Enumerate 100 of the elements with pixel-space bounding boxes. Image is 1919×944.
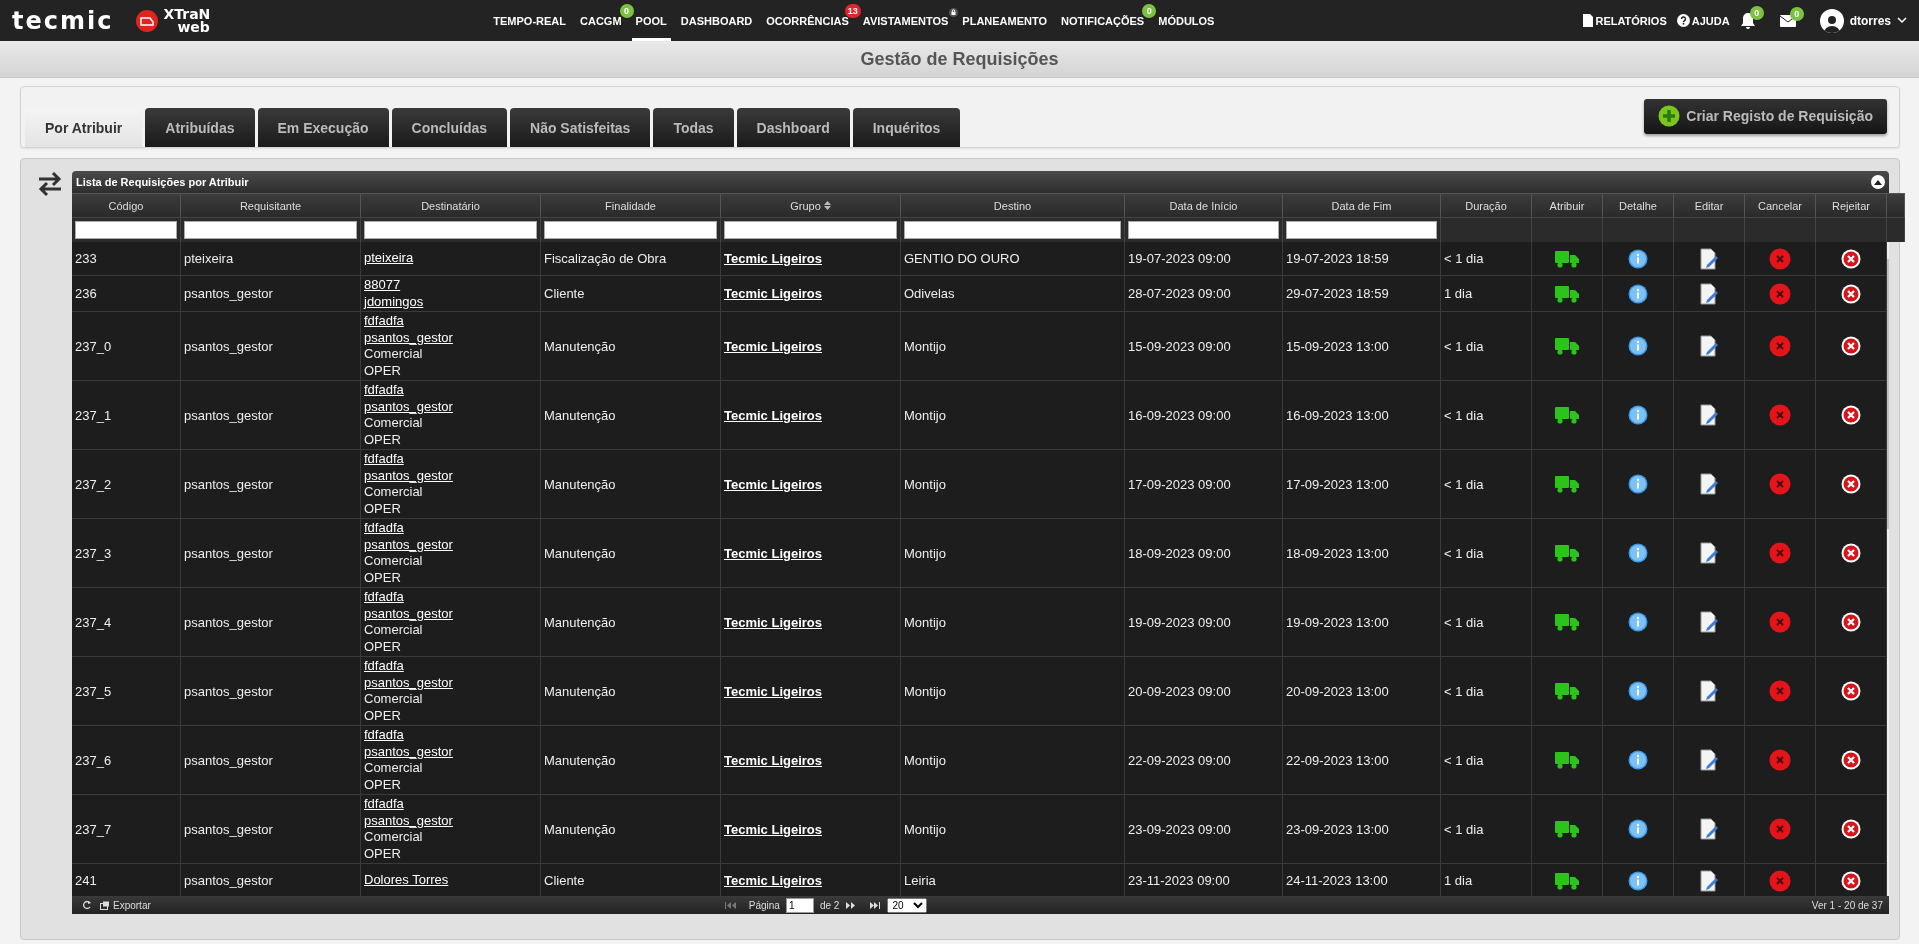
column-header[interactable]: Duração bbox=[1441, 193, 1532, 217]
page-size-select[interactable]: 20 bbox=[887, 897, 928, 913]
tab[interactable]: Dashboard bbox=[736, 108, 850, 147]
edit-button[interactable] bbox=[1699, 335, 1719, 357]
swap-arrows-icon[interactable] bbox=[36, 171, 63, 197]
edit-button[interactable] bbox=[1699, 282, 1719, 305]
detail-button[interactable] bbox=[1628, 474, 1648, 494]
export-button[interactable]: Exportar bbox=[96, 899, 155, 911]
column-header[interactable]: Destino bbox=[901, 193, 1125, 217]
cancel-button[interactable] bbox=[1769, 473, 1791, 495]
group-link[interactable]: Tecmic Ligeiros bbox=[724, 614, 822, 630]
reject-button[interactable] bbox=[1841, 405, 1861, 425]
group-link[interactable]: Tecmic Ligeiros bbox=[724, 873, 822, 888]
reject-button[interactable] bbox=[1841, 248, 1861, 269]
reject-button[interactable] bbox=[1841, 681, 1861, 701]
column-header[interactable]: Finalidade bbox=[541, 193, 721, 217]
assign-button[interactable] bbox=[1555, 682, 1579, 700]
edit-button[interactable] bbox=[1699, 869, 1719, 892]
cancel-button[interactable] bbox=[1769, 542, 1791, 564]
reject-button[interactable] bbox=[1841, 750, 1861, 770]
filter-field[interactable] bbox=[75, 221, 177, 239]
recipient-link[interactable]: fdfadfa bbox=[364, 382, 453, 399]
assign-button[interactable] bbox=[1555, 820, 1579, 838]
detail-button[interactable] bbox=[1628, 336, 1648, 356]
filter-field[interactable] bbox=[904, 221, 1121, 239]
nav-link[interactable]: AVISTAMENTOS bbox=[858, 0, 953, 41]
recipient-link[interactable]: fdfadfa bbox=[364, 727, 453, 744]
cancel-button[interactable] bbox=[1769, 749, 1791, 771]
messages-button[interactable] bbox=[1779, 14, 1796, 27]
reject-button[interactable] bbox=[1841, 870, 1861, 891]
column-header[interactable]: Grupo bbox=[721, 193, 901, 217]
user-menu[interactable]: dtorres bbox=[1819, 8, 1907, 33]
recipient-link[interactable]: psantos_gestor bbox=[364, 812, 453, 829]
recipient-link[interactable]: psantos_gestor bbox=[364, 674, 453, 691]
reject-button[interactable] bbox=[1841, 819, 1861, 839]
recipient-link[interactable]: fdfadfa bbox=[364, 796, 453, 813]
recipient-link[interactable]: fdfadfa bbox=[364, 658, 453, 675]
detail-button[interactable] bbox=[1628, 405, 1648, 425]
nav-link[interactable]: DASHBOARD bbox=[676, 0, 757, 41]
nav-link[interactable]: TEMPO-REAL bbox=[489, 0, 571, 41]
cancel-button[interactable] bbox=[1769, 869, 1791, 892]
collapse-button[interactable] bbox=[1871, 175, 1885, 189]
tab[interactable]: Inquéritos bbox=[852, 108, 961, 147]
detail-button[interactable] bbox=[1628, 248, 1648, 269]
column-header[interactable]: Data de Fim bbox=[1283, 193, 1441, 217]
cancel-button[interactable] bbox=[1769, 404, 1791, 426]
recipient-link[interactable]: Dolores Torres bbox=[364, 872, 449, 889]
cancel-button[interactable] bbox=[1769, 818, 1791, 840]
group-link[interactable]: Tecmic Ligeiros bbox=[724, 407, 822, 423]
recipient-link[interactable]: psantos_gestor bbox=[364, 398, 453, 415]
page-field[interactable]: 1 bbox=[785, 897, 814, 913]
reject-button[interactable] bbox=[1841, 543, 1861, 563]
column-header[interactable]: Cancelar bbox=[1745, 193, 1816, 217]
recipient-link[interactable]: psantos_gestor bbox=[364, 743, 453, 760]
column-header[interactable]: Requisitante bbox=[181, 193, 361, 217]
group-link[interactable]: Tecmic Ligeiros bbox=[724, 476, 822, 492]
assign-button[interactable] bbox=[1555, 871, 1579, 890]
nav-link[interactable]: MÓDULOS bbox=[1154, 0, 1219, 41]
column-header[interactable]: Data de Início bbox=[1125, 193, 1283, 217]
tab[interactable]: Não Satisfeitas bbox=[510, 108, 651, 147]
cancel-button[interactable] bbox=[1769, 335, 1791, 357]
reject-button[interactable] bbox=[1841, 612, 1861, 632]
edit-button[interactable] bbox=[1699, 749, 1719, 771]
reject-button[interactable] bbox=[1841, 474, 1861, 494]
assign-button[interactable] bbox=[1555, 613, 1579, 631]
edit-button[interactable] bbox=[1699, 542, 1719, 564]
edit-button[interactable] bbox=[1699, 818, 1719, 840]
tab[interactable]: Todas bbox=[653, 108, 734, 147]
assign-button[interactable] bbox=[1555, 284, 1579, 303]
recipient-link[interactable]: fdfadfa bbox=[364, 520, 453, 537]
edit-button[interactable] bbox=[1699, 611, 1719, 633]
recipient-link[interactable]: psantos_gestor bbox=[364, 536, 453, 553]
reject-button[interactable] bbox=[1841, 336, 1861, 356]
create-request-button[interactable]: Criar Registo de Requisição bbox=[1644, 98, 1887, 134]
assign-button[interactable] bbox=[1555, 406, 1579, 424]
recipient-link[interactable]: 88077 bbox=[364, 277, 424, 294]
recipient-link[interactable]: psantos_gestor bbox=[364, 467, 453, 484]
filter-field[interactable] bbox=[364, 221, 537, 239]
recipient-link[interactable]: jdomingos bbox=[364, 293, 424, 310]
tab[interactable]: Atribuídas bbox=[145, 108, 255, 147]
group-link[interactable]: Tecmic Ligeiros bbox=[724, 752, 822, 768]
notifications-button[interactable] bbox=[1739, 11, 1756, 30]
edit-button[interactable] bbox=[1699, 473, 1719, 495]
edit-button[interactable] bbox=[1699, 680, 1719, 702]
filter-field[interactable] bbox=[1128, 221, 1279, 239]
detail-button[interactable] bbox=[1628, 819, 1648, 839]
detail-button[interactable] bbox=[1628, 870, 1648, 891]
help-link[interactable]: AJUDA bbox=[1676, 14, 1730, 27]
cancel-button[interactable] bbox=[1769, 247, 1791, 270]
last-page-icon[interactable] bbox=[869, 901, 882, 909]
group-link[interactable]: Tecmic Ligeiros bbox=[724, 683, 822, 699]
recipient-link[interactable]: fdfadfa bbox=[364, 451, 453, 468]
reject-button[interactable] bbox=[1841, 283, 1861, 304]
nav-link[interactable]: PLANEAMENTO bbox=[958, 0, 1052, 41]
cancel-button[interactable] bbox=[1769, 282, 1791, 305]
group-link[interactable]: Tecmic Ligeiros bbox=[724, 545, 822, 561]
group-link[interactable]: Tecmic Ligeiros bbox=[724, 286, 822, 301]
filter-field[interactable] bbox=[544, 221, 717, 239]
column-header[interactable]: Código bbox=[72, 193, 181, 217]
recipient-link[interactable]: psantos_gestor bbox=[364, 329, 453, 346]
